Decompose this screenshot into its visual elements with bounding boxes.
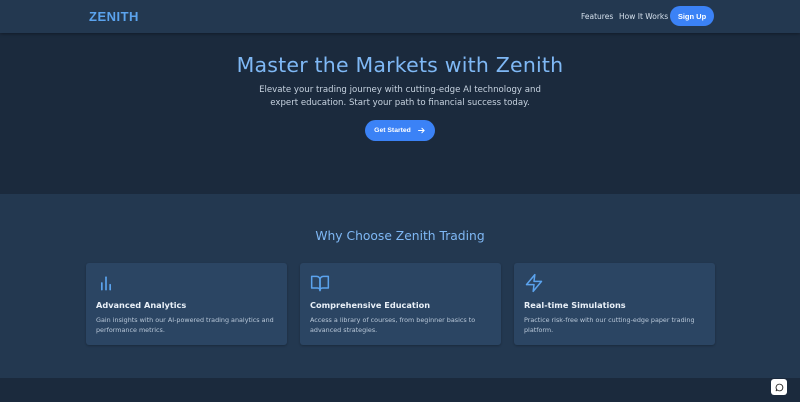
hero-title: Master the Markets with Zenith <box>236 53 564 77</box>
hero-subtitle: Elevate your trading journey with cuttin… <box>259 85 541 108</box>
feature-card-description: Gain insights with our AI-powered tradin… <box>96 316 274 334</box>
feature-card-description: Access a library of courses, from beginn… <box>310 316 476 334</box>
feature-card-title: Real-time Simulations <box>524 300 626 310</box>
nav-link-how-it-works[interactable]: How It Works <box>619 12 668 21</box>
feature-card-title: Advanced Analytics <box>96 300 187 310</box>
nav-link-features[interactable]: Features <box>581 12 613 21</box>
feature-card-simulations: Real-time Simulations Practice risk-free… <box>514 263 715 345</box>
footer-band <box>0 378 800 402</box>
feature-card-education: Comprehensive Education Access a library… <box>300 263 501 345</box>
feature-card-analytics: Advanced Analytics Gain insights with ou… <box>86 263 287 345</box>
chat-widget-button[interactable] <box>771 379 787 395</box>
logo[interactable]: ZENITH <box>89 9 139 24</box>
book-open-icon <box>310 273 330 293</box>
get-started-button[interactable]: Get Started <box>365 120 435 141</box>
chat-bubble-icon <box>775 383 783 391</box>
feature-card-description: Practice risk-free with our cutting-edge… <box>524 316 695 334</box>
features-section: Why Choose Zenith Trading Advanced Analy… <box>0 194 800 378</box>
features-title: Why Choose Zenith Trading <box>315 229 485 243</box>
sign-up-button[interactable]: Sign Up <box>670 6 714 26</box>
top-navbar: ZENITH Features How It Works Sign Up <box>0 0 800 33</box>
lightning-icon <box>524 273 544 293</box>
bar-chart-icon <box>96 273 116 293</box>
arrow-right-icon <box>417 127 425 134</box>
feature-card-title: Comprehensive Education <box>310 300 431 310</box>
hero-section: Master the Markets with Zenith Elevate y… <box>0 33 800 194</box>
get-started-label: Get Started <box>374 127 411 134</box>
